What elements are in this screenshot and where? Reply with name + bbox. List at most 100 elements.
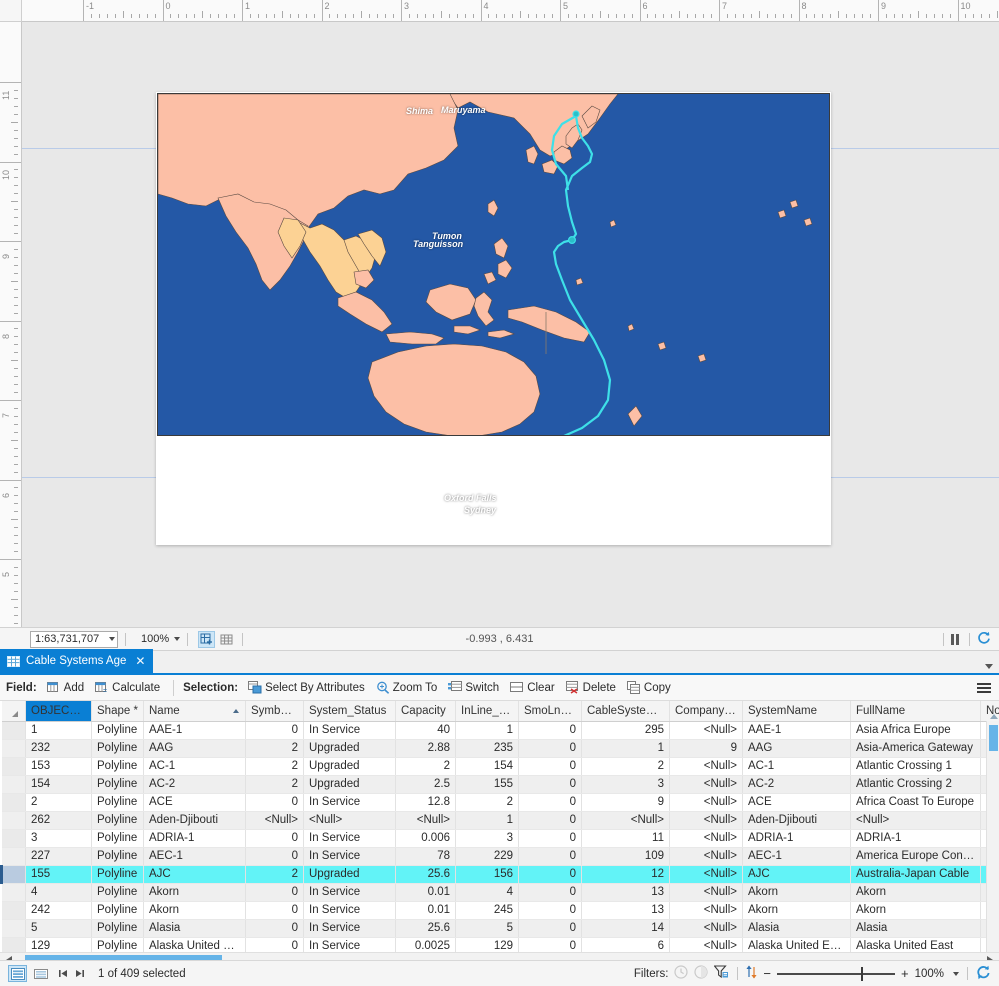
cell-systemname[interactable]: AC-1: [743, 757, 851, 775]
cell-name[interactable]: AC-2: [144, 775, 246, 793]
delete-selection-button[interactable]: Delete: [562, 679, 620, 696]
cell-fullname[interactable]: Asia-America Gateway: [851, 739, 981, 757]
cell-inline_fid[interactable]: 1: [456, 811, 519, 829]
grid-vertical-scrollbar[interactable]: [986, 721, 999, 952]
cell-capacity[interactable]: 2: [396, 757, 456, 775]
cell-company_id[interactable]: <Null>: [670, 937, 743, 952]
cell-smolnflag[interactable]: 0: [519, 901, 582, 919]
cell-objectid[interactable]: 2: [26, 793, 92, 811]
cell-shape[interactable]: Polyline: [92, 901, 144, 919]
horizontal-ruler[interactable]: -1012345678910: [22, 0, 999, 22]
column-header-cablesystemid[interactable]: CableSystemID: [582, 701, 670, 721]
column-header-company_id[interactable]: Company_ID: [670, 701, 743, 721]
row-selector[interactable]: [2, 919, 26, 937]
cell-shape[interactable]: Polyline: [92, 793, 144, 811]
cell-objectid[interactable]: 227: [26, 847, 92, 865]
cell-inline_fid[interactable]: 156: [456, 865, 519, 883]
cell-smolnflag[interactable]: 0: [519, 793, 582, 811]
clear-selection-button[interactable]: Clear: [506, 679, 558, 696]
row-selector[interactable]: [2, 793, 26, 811]
cell-smolnflag[interactable]: 0: [519, 847, 582, 865]
cell-smolnflag[interactable]: 0: [519, 757, 582, 775]
cell-company_id[interactable]: <Null>: [670, 865, 743, 883]
cell-systemname[interactable]: AAE-1: [743, 721, 851, 739]
column-header-smolnflag[interactable]: SmoLnFlag: [519, 701, 582, 721]
row-selector[interactable]: [2, 883, 26, 901]
cell-cablesystemid[interactable]: 14: [582, 919, 670, 937]
cell-capacity[interactable]: 2.88: [396, 739, 456, 757]
cell-symbolid[interactable]: 0: [246, 847, 304, 865]
column-header-objectid[interactable]: OBJECTID *: [26, 701, 92, 721]
refresh-icon[interactable]: [977, 631, 991, 648]
cell-symbolid[interactable]: 2: [246, 775, 304, 793]
cell-fullname[interactable]: America Europe Conne...: [851, 847, 981, 865]
cell-company_id[interactable]: 9: [670, 739, 743, 757]
cell-smolnflag[interactable]: 0: [519, 919, 582, 937]
cell-inline_fid[interactable]: 4: [456, 883, 519, 901]
cell-company_id[interactable]: <Null>: [670, 829, 743, 847]
table-row[interactable]: 232PolylineAAG2Upgraded2.88235019AAGAsia…: [2, 739, 999, 757]
cell-symbolid[interactable]: 0: [246, 829, 304, 847]
cell-inline_fid[interactable]: 154: [456, 757, 519, 775]
cell-fullname[interactable]: Africa Coast To Europe: [851, 793, 981, 811]
cell-symbolid[interactable]: 0: [246, 919, 304, 937]
column-header-symbolid[interactable]: SymbolID: [246, 701, 304, 721]
cell-capacity[interactable]: 12.8: [396, 793, 456, 811]
row-selector[interactable]: [2, 937, 26, 952]
cell-smolnflag[interactable]: 0: [519, 739, 582, 757]
cell-inline_fid[interactable]: 245: [456, 901, 519, 919]
cell-company_id[interactable]: <Null>: [670, 901, 743, 919]
table-options-menu-button[interactable]: [977, 683, 991, 693]
cell-symbolid[interactable]: 0: [246, 883, 304, 901]
cell-symbolid[interactable]: 2: [246, 739, 304, 757]
cell-name[interactable]: AJC: [144, 865, 246, 883]
cell-company_id[interactable]: <Null>: [670, 811, 743, 829]
cell-company_id[interactable]: <Null>: [670, 847, 743, 865]
cell-smolnflag[interactable]: 0: [519, 865, 582, 883]
cell-name[interactable]: Akorn: [144, 883, 246, 901]
table-row[interactable]: 242PolylineAkorn0In Service0.01245013<Nu…: [2, 901, 999, 919]
row-selector[interactable]: [2, 865, 26, 883]
cell-smolnflag[interactable]: 0: [519, 775, 582, 793]
cell-system_status[interactable]: In Service: [304, 919, 396, 937]
scrollbar-thumb[interactable]: [989, 725, 998, 751]
cell-shape[interactable]: Polyline: [92, 775, 144, 793]
column-header-name[interactable]: Name: [144, 701, 246, 721]
cell-system_status[interactable]: <Null>: [304, 811, 396, 829]
copy-selection-button[interactable]: Copy: [623, 679, 675, 696]
cell-symbolid[interactable]: 0: [246, 721, 304, 739]
row-selector[interactable]: [2, 757, 26, 775]
cell-systemname[interactable]: AC-2: [743, 775, 851, 793]
close-icon[interactable]: ✕: [135, 655, 145, 667]
cell-company_id[interactable]: <Null>: [670, 775, 743, 793]
list-view-icon[interactable]: [31, 965, 50, 982]
cell-name[interactable]: Aden-Djibouti: [144, 811, 246, 829]
cell-system_status[interactable]: Upgraded: [304, 757, 396, 775]
attribute-grid[interactable]: OBJECTID *Shape *NameSymbolIDSystem_Stat…: [0, 701, 999, 952]
cell-smolnflag[interactable]: 0: [519, 937, 582, 952]
cell-system_status[interactable]: In Service: [304, 937, 396, 952]
row-selector[interactable]: [2, 775, 26, 793]
cell-objectid[interactable]: 129: [26, 937, 92, 952]
cell-system_status[interactable]: Upgraded: [304, 739, 396, 757]
cell-system_status[interactable]: Upgraded: [304, 865, 396, 883]
cell-capacity[interactable]: 0.01: [396, 901, 456, 919]
cell-shape[interactable]: Polyline: [92, 739, 144, 757]
cell-capacity[interactable]: 25.6: [396, 865, 456, 883]
cell-cablesystemid[interactable]: 3: [582, 775, 670, 793]
cell-objectid[interactable]: 242: [26, 901, 92, 919]
cell-systemname[interactable]: ACE: [743, 793, 851, 811]
sort-updown-icon[interactable]: [746, 965, 757, 982]
table-row[interactable]: 3PolylineADRIA-10In Service0.0063011<Nul…: [2, 829, 999, 847]
cell-name[interactable]: AAE-1: [144, 721, 246, 739]
cell-company_id[interactable]: <Null>: [670, 883, 743, 901]
cell-capacity[interactable]: 0.01: [396, 883, 456, 901]
cell-company_id[interactable]: <Null>: [670, 757, 743, 775]
tab-overflow-chevron-icon[interactable]: [985, 664, 993, 669]
cell-cablesystemid[interactable]: 2: [582, 757, 670, 775]
cell-shape[interactable]: Polyline: [92, 811, 144, 829]
cell-objectid[interactable]: 154: [26, 775, 92, 793]
column-header-shape[interactable]: Shape *: [92, 701, 144, 721]
table-row[interactable]: 227PolylineAEC-10In Service782290109<Nul…: [2, 847, 999, 865]
cell-inline_fid[interactable]: 129: [456, 937, 519, 952]
